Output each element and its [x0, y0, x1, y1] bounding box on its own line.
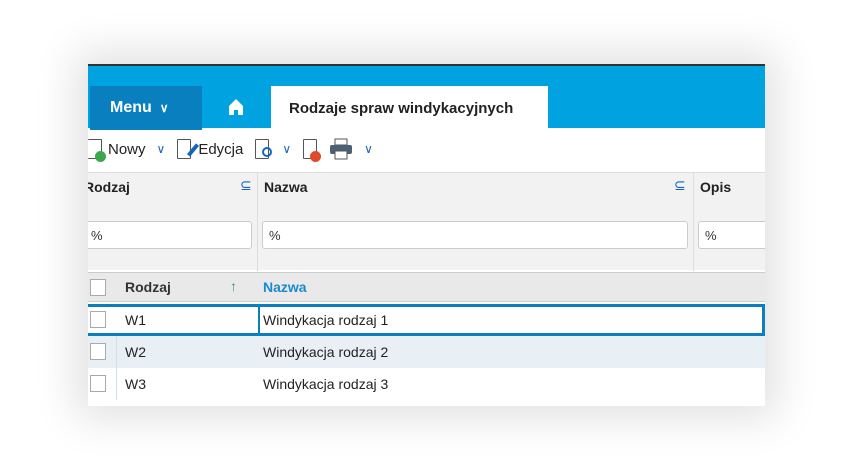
cell-nazwa: Windykacja rodzaj 2 [263, 344, 389, 360]
printer-icon [330, 138, 353, 160]
filter-rodzaj-input[interactable]: % [88, 221, 252, 249]
search-doc-icon [255, 139, 273, 159]
filter-opis-input[interactable]: % [698, 221, 765, 249]
chevron-down-icon[interactable]: ∨ [364, 142, 373, 156]
filter-label: Rodzaj [88, 179, 130, 195]
select-all-checkbox[interactable] [90, 279, 106, 296]
print-button[interactable]: ∨ [329, 138, 373, 160]
chevron-down-icon[interactable]: ∨ [282, 142, 291, 156]
table-row[interactable]: W1 Windykacja rodzaj 1 [88, 304, 765, 336]
new-button[interactable]: Nowy ∨ [88, 139, 166, 162]
chevron-down-icon: ∨ [159, 101, 169, 115]
filter-nazwa: Nazwa ⊆ % [258, 173, 694, 271]
table-row[interactable]: W3 Windykacja rodzaj 3 [88, 368, 765, 400]
edit-icon [177, 139, 200, 159]
delete-icon [303, 139, 322, 162]
menu-label: Menu [110, 99, 152, 116]
chevron-down-icon[interactable]: ∨ [157, 142, 166, 156]
table-header: Rodzaj ↑ Nazwa [88, 272, 765, 302]
menu-button[interactable]: Menu ∨ [90, 86, 202, 130]
edit-button[interactable]: Edycja [177, 139, 243, 159]
column-divider [116, 336, 117, 400]
filter-options-icon[interactable]: ⊆ [674, 177, 686, 194]
home-icon[interactable] [228, 98, 244, 116]
row-checkbox[interactable] [90, 311, 106, 328]
cell-rodzaj: W2 [125, 344, 146, 360]
app-window: Menu ∨ Rodzaje spraw windykacyjnych Nowy ∨… [88, 64, 765, 406]
cell-rodzaj: W3 [125, 376, 146, 392]
top-bar: Menu ∨ Rodzaje spraw windykacyjnych [88, 64, 765, 130]
new-label: Nowy [108, 140, 146, 158]
filter-opis: Opis % [694, 173, 765, 271]
row-checkbox[interactable] [90, 343, 106, 360]
sort-ascending-icon[interactable]: ↑ [230, 278, 237, 294]
new-doc-icon [88, 139, 106, 162]
search-button[interactable]: ∨ [255, 139, 291, 159]
row-checkbox[interactable] [90, 375, 106, 392]
toolbar: Nowy ∨ Edycja ∨ ∨ [88, 128, 765, 170]
cell-nazwa: Windykacja rodzaj 3 [263, 376, 389, 392]
filter-rodzaj: Rodzaj ⊆ % [88, 173, 258, 271]
column-header-nazwa[interactable]: Nazwa [263, 279, 307, 295]
edit-label: Edycja [198, 140, 244, 158]
delete-button[interactable] [303, 139, 322, 162]
filter-label: Nazwa [264, 179, 308, 195]
cell-nazwa: Windykacja rodzaj 1 [263, 312, 389, 328]
filter-panel: Rodzaj ⊆ % Nazwa ⊆ % Opis % [88, 172, 765, 271]
table-row[interactable]: W2 Windykacja rodzaj 2 [88, 336, 765, 368]
filter-label: Opis [700, 179, 732, 195]
cell-rodzaj: W1 [125, 312, 146, 328]
tab-rodzaje-spraw[interactable]: Rodzaje spraw windykacyjnych [271, 86, 548, 130]
filter-nazwa-input[interactable]: % [262, 221, 688, 249]
column-header-rodzaj[interactable]: Rodzaj [125, 279, 171, 295]
filter-options-icon[interactable]: ⊆ [240, 177, 252, 194]
